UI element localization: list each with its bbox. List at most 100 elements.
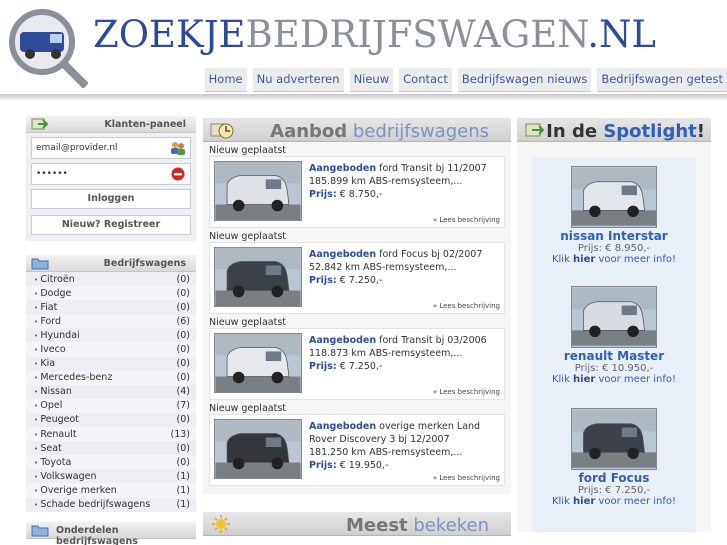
nav-nu-adverteren[interactable]: Nu adverteren <box>252 68 344 92</box>
brand-item[interactable]: Iveco (0) <box>26 342 196 356</box>
read-description-link[interactable]: » Lees beschrijving <box>433 216 500 224</box>
listing-info: Aangeboden ford Focus bj 02/2007 52.842 k… <box>309 248 503 287</box>
brand-item[interactable]: Volkswagen (1) <box>26 469 196 484</box>
more-link[interactable]: hier <box>573 496 595 507</box>
spotlight-name[interactable]: renault Master <box>517 349 711 363</box>
brand-count: (0) <box>176 301 190 313</box>
meest-title: Meest bekeken <box>346 515 489 536</box>
brand-item[interactable]: Peugeot (0) <box>26 412 196 428</box>
listing-info: Aangeboden overige merken Land Rover Dis… <box>309 420 503 472</box>
read-description-link[interactable]: » Lees beschrijving <box>433 302 500 310</box>
parts-panel-header: Onderdelen bedrijfswagens <box>26 521 196 545</box>
listing-label: Nieuw geplaatst <box>209 317 286 328</box>
listing-price-label: Prijs: <box>309 460 337 471</box>
listing-tag[interactable]: Aangeboden <box>309 421 376 432</box>
brand-item[interactable]: Citroën (0) <box>26 272 196 287</box>
spotlight-photo[interactable] <box>571 286 657 348</box>
spotlight-item[interactable]: nissan Interstar Prijs: € 8.950,- Klik hie… <box>517 166 711 265</box>
brand-name: Fiat <box>34 302 57 313</box>
spotlight-name[interactable]: ford Focus <box>517 471 711 485</box>
listing-tag[interactable]: Aangeboden <box>309 335 376 346</box>
listing-price: € 7.250,- <box>336 275 383 286</box>
listing-price: € 8.750,- <box>336 189 383 200</box>
parts-panel-title: Onderdelen bedrijfswagens <box>56 524 138 545</box>
spotlight-more-info: Klik hier voor meer info! <box>517 374 711 385</box>
listing-card[interactable]: Aangeboden ford Transit bj 03/2006 118.87… <box>209 328 505 400</box>
spotlight-item[interactable]: renault Master Prijs: € 10.950,- Klik hier… <box>517 286 711 385</box>
brand-item[interactable]: Fiat (0) <box>26 300 196 315</box>
brand-count: (0) <box>176 442 190 454</box>
listing-photo[interactable] <box>214 161 302 221</box>
brand-item[interactable]: Dodge (0) <box>26 286 196 300</box>
read-description-link[interactable]: » Lees beschrijving <box>433 388 500 396</box>
spotlight-item[interactable]: ford Focus Prijs: € 7.250,- Klik hier voor… <box>517 408 711 507</box>
brand-item[interactable]: Kia (0) <box>26 356 196 371</box>
site-header: ZOEKJEBEDRIJFSWAGEN.NL Home Nu advertere… <box>0 0 727 100</box>
magnifier-van-logo-icon[interactable] <box>6 6 88 88</box>
spotlight-price: Prijs: € 7.250,- <box>577 485 651 496</box>
listing-card[interactable]: Aangeboden ford Focus bj 02/2007 52.842 k… <box>209 242 505 314</box>
nav-nieuw[interactable]: Nieuw <box>349 68 394 92</box>
login-button[interactable]: Inloggen <box>31 189 191 209</box>
listing-price: € 19.950,- <box>336 460 389 471</box>
brand-name: Overige merken <box>34 485 116 496</box>
site-logo[interactable]: ZOEKJEBEDRIJFSWAGEN.NL <box>93 16 656 53</box>
listing-price-label: Prijs: <box>309 189 337 200</box>
listing-card[interactable]: Aangeboden overige merken Land Rover Dis… <box>209 414 505 486</box>
brand-name: Renault <box>34 429 76 440</box>
read-description-link[interactable]: » Lees beschrijving <box>433 474 500 482</box>
spotlight-section: In de Spotlight! <box>517 118 711 142</box>
nav-bedrijfswagen-getest[interactable]: Bedrijfswagen getest <box>597 68 727 92</box>
brand-item[interactable]: Overige merken (1) <box>26 483 196 497</box>
nav-contact[interactable]: Contact <box>399 68 452 92</box>
brand-count: (0) <box>176 358 190 370</box>
brand-item[interactable]: Opel (7) <box>26 399 196 413</box>
brand-name: Volkswagen <box>34 471 96 482</box>
brand-name: Dodge <box>34 288 71 299</box>
email-field[interactable]: email@provider.nl <box>31 137 191 159</box>
aanbod-title: Aanbod bedrijfswagens <box>270 121 489 142</box>
password-field[interactable]: •••••• <box>31 163 191 185</box>
brand-item[interactable]: Nissan (4) <box>26 384 196 399</box>
listing-tag[interactable]: Aangeboden <box>309 249 376 260</box>
more-link[interactable]: hier <box>573 254 595 265</box>
brand-item[interactable]: Mercedes-benz (0) <box>26 371 196 385</box>
meest-title-rest: bekeken <box>407 515 489 536</box>
listing-details: 118.873 km ABS-remsysteem,... <box>309 348 463 359</box>
brand-item[interactable]: Toyota (0) <box>26 455 196 469</box>
login-panel-header: Klanten-paneel <box>26 116 196 133</box>
left-sidebar: Klanten-paneel email@provider.nl •••••• … <box>26 116 196 545</box>
listing-tag[interactable]: Aangeboden <box>309 163 376 174</box>
listing-details: 52.842 km ABS-remsysteem,... <box>309 262 457 273</box>
brand-count: (0) <box>176 372 190 384</box>
brand-item[interactable]: Ford (6) <box>26 314 196 328</box>
spotlight-name[interactable]: nissan Interstar <box>517 229 711 243</box>
brand-count: (1) <box>176 484 190 496</box>
brand-count: (13) <box>170 428 190 440</box>
spotlight-photo[interactable] <box>571 166 657 228</box>
brand-item[interactable]: Hyundai (0) <box>26 328 196 343</box>
header-divider <box>0 94 727 100</box>
spotlight-title: In de Spotlight! <box>546 121 705 142</box>
brand-name: Toyota <box>34 457 71 468</box>
brand-count: (1) <box>176 470 190 482</box>
listing-photo[interactable] <box>214 333 302 393</box>
brand-item[interactable]: Schade bedrijfswagens (1) <box>26 497 196 512</box>
spotlight-header: In de Spotlight! <box>517 118 711 142</box>
nav-bedrijfswagen-nieuws[interactable]: Bedrijfswagen nieuws <box>457 68 592 92</box>
nav-home[interactable]: Home <box>204 68 247 92</box>
brand-item[interactable]: Seat (0) <box>26 441 196 456</box>
listing-photo[interactable] <box>214 419 302 479</box>
brand-count: (0) <box>176 414 190 426</box>
more-link[interactable]: hier <box>573 374 595 385</box>
listing-card[interactable]: Aangeboden ford Transit bj 11/2007 185.89… <box>209 156 505 228</box>
register-button[interactable]: Nieuw? Registreer <box>31 215 191 235</box>
brand-item[interactable]: Renault (13) <box>26 427 196 441</box>
listing-photo[interactable] <box>214 247 302 307</box>
spotlight-price: Prijs: € 8.950,- <box>577 243 651 254</box>
email-value: email@provider.nl <box>36 143 118 153</box>
spotlight-photo[interactable] <box>571 408 657 470</box>
brand-name: Kia <box>34 358 55 369</box>
listing-desc: ford Transit bj 11/2007 <box>376 163 487 174</box>
listing-label: Nieuw geplaatst <box>209 231 286 242</box>
